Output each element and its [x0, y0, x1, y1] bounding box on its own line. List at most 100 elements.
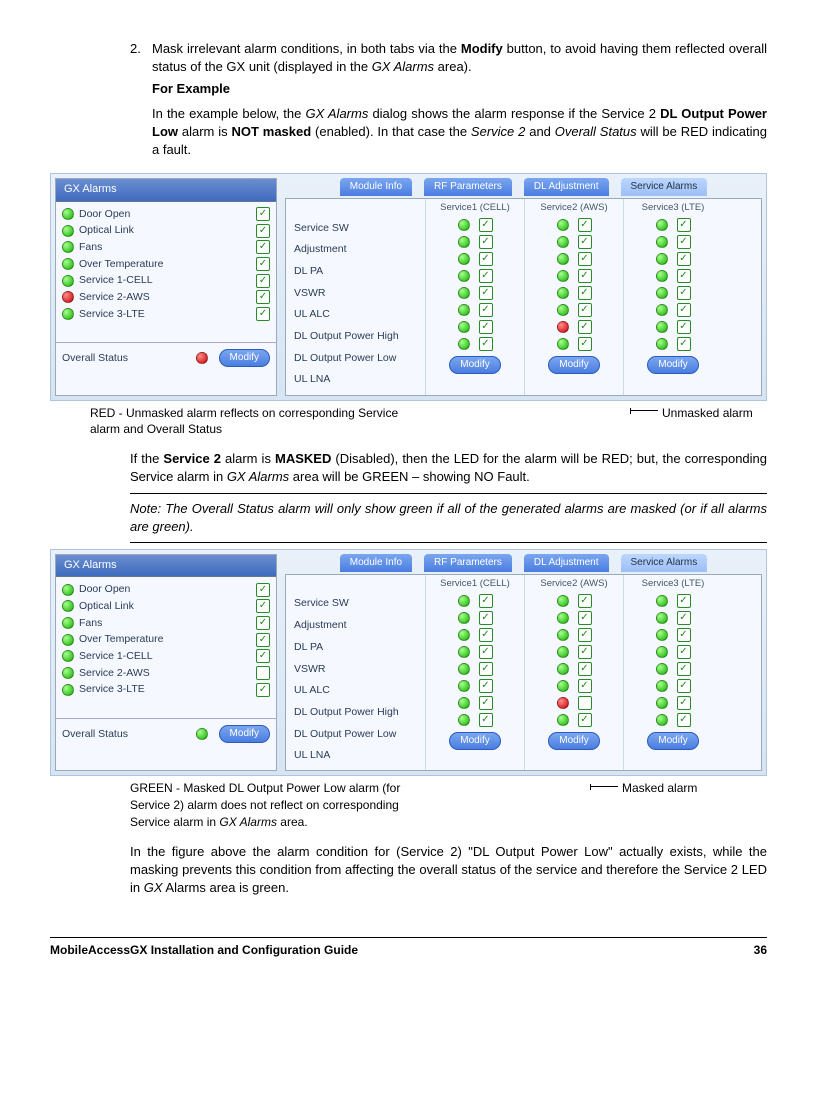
modify-button[interactable]: Modify: [647, 732, 698, 750]
checkbox-icon[interactable]: ✓: [256, 290, 270, 304]
checkbox-icon[interactable]: ✓: [677, 269, 691, 283]
led-icon: [62, 584, 74, 596]
service-labels: Service SW Adjustment DL PA VSWR UL ALC …: [286, 575, 425, 771]
checkbox-icon[interactable]: ✓: [578, 696, 592, 710]
checkbox-icon[interactable]: ✓: [677, 218, 691, 232]
led-icon: [196, 352, 208, 364]
modify-button[interactable]: Modify: [449, 356, 500, 374]
checkbox-icon[interactable]: ✓: [677, 696, 691, 710]
led-icon: [458, 236, 470, 248]
led-icon: [656, 663, 668, 675]
checkbox-icon[interactable]: ✓: [578, 628, 592, 642]
annotation-row-2: GREEN - Masked DL Output Power Low alarm…: [50, 780, 767, 830]
checkbox-icon[interactable]: ✓: [479, 679, 493, 693]
checkbox-icon[interactable]: ✓: [578, 679, 592, 693]
checkbox-icon[interactable]: ✓: [256, 257, 270, 271]
checkbox-icon[interactable]: ✓: [578, 286, 592, 300]
checkbox-icon[interactable]: ✓: [677, 252, 691, 266]
checkbox-icon[interactable]: ✓: [677, 679, 691, 693]
checkbox-icon[interactable]: ✓: [479, 218, 493, 232]
modify-button[interactable]: Modify: [449, 732, 500, 750]
checkbox-icon[interactable]: ✓: [578, 235, 592, 249]
checkbox-icon[interactable]: ✓: [677, 713, 691, 727]
checkbox-icon[interactable]: ✓: [479, 269, 493, 283]
checkbox-icon[interactable]: ✓: [578, 320, 592, 334]
checkbox-icon[interactable]: ✓: [256, 649, 270, 663]
checkbox-icon[interactable]: ✓: [479, 696, 493, 710]
checkbox-icon[interactable]: ✓: [479, 611, 493, 625]
checkbox-icon[interactable]: ✓: [578, 269, 592, 283]
checkbox-icon[interactable]: ✓: [479, 320, 493, 334]
checkbox-icon[interactable]: ✓: [479, 337, 493, 351]
led-icon: [458, 680, 470, 692]
led-icon: [656, 304, 668, 316]
checkbox-icon[interactable]: ✓: [256, 683, 270, 697]
list-body: Mask irrelevant alarm conditions, in bot…: [152, 40, 767, 165]
led-icon: [557, 629, 569, 641]
checkbox-icon[interactable]: ✓: [677, 594, 691, 608]
checkbox-icon[interactable]: ✓: [578, 252, 592, 266]
checkbox-icon[interactable]: ✓: [256, 616, 270, 630]
led-icon: [656, 714, 668, 726]
tab-rf-parameters[interactable]: RF Parameters: [424, 554, 512, 572]
checkbox-icon[interactable]: ✓: [479, 628, 493, 642]
checkbox-icon[interactable]: ✓: [256, 274, 270, 288]
tab-module-info[interactable]: Module Info: [340, 554, 412, 572]
checkbox-icon[interactable]: ✓: [479, 645, 493, 659]
checkbox-icon[interactable]: ✓: [578, 337, 592, 351]
modify-button[interactable]: Modify: [647, 356, 698, 374]
checkbox-icon[interactable]: ✓: [578, 218, 592, 232]
checkbox-icon[interactable]: ✓: [479, 594, 493, 608]
led-icon: [62, 667, 74, 679]
checkbox-icon[interactable]: ✓: [578, 611, 592, 625]
checkbox-icon[interactable]: ✓: [256, 633, 270, 647]
checkbox-icon[interactable]: ✓: [578, 662, 592, 676]
led-icon: [62, 684, 74, 696]
checkbox-icon[interactable]: ✓: [677, 337, 691, 351]
checkbox-icon[interactable]: ✓: [677, 645, 691, 659]
checkbox-icon[interactable]: ✓: [578, 594, 592, 608]
tab-dl-adjustment[interactable]: DL Adjustment: [524, 178, 609, 196]
tab-module-info[interactable]: Module Info: [340, 178, 412, 196]
modify-button[interactable]: Modify: [548, 732, 599, 750]
tab-rf-parameters[interactable]: RF Parameters: [424, 178, 512, 196]
checkbox-icon[interactable]: ✓: [578, 645, 592, 659]
checkbox-icon[interactable]: ✓: [479, 662, 493, 676]
checkbox-icon[interactable]: ✓: [256, 307, 270, 321]
tab-dl-adjustment[interactable]: DL Adjustment: [524, 554, 609, 572]
example-paragraph: In the example below, the GX Alarms dial…: [152, 105, 767, 160]
led-icon: [458, 646, 470, 658]
checkbox-icon[interactable]: ✓: [256, 224, 270, 238]
led-icon: [62, 258, 74, 270]
checkbox-icon[interactable]: ✓: [677, 662, 691, 676]
checkbox-icon[interactable]: ✓: [578, 303, 592, 317]
checkbox-icon[interactable]: ✓: [256, 666, 270, 680]
checkbox-icon[interactable]: ✓: [479, 713, 493, 727]
tab-service-alarms[interactable]: Service Alarms: [621, 178, 708, 196]
checkbox-icon[interactable]: ✓: [479, 286, 493, 300]
annotation-right-2: Masked alarm: [410, 780, 767, 830]
checkbox-icon[interactable]: ✓: [479, 235, 493, 249]
led-icon: [458, 663, 470, 675]
checkbox-icon[interactable]: ✓: [256, 207, 270, 221]
checkbox-icon[interactable]: ✓: [256, 599, 270, 613]
checkbox-icon[interactable]: ✓: [479, 252, 493, 266]
led-icon: [62, 291, 74, 303]
checkbox-icon[interactable]: ✓: [677, 628, 691, 642]
led-icon: [557, 236, 569, 248]
modify-button[interactable]: Modify: [219, 725, 270, 743]
checkbox-icon[interactable]: ✓: [256, 240, 270, 254]
checkbox-icon[interactable]: ✓: [677, 235, 691, 249]
checkbox-icon[interactable]: ✓: [677, 611, 691, 625]
tab-service-alarms[interactable]: Service Alarms: [621, 554, 708, 572]
led-icon: [557, 646, 569, 658]
checkbox-icon[interactable]: ✓: [677, 320, 691, 334]
checkbox-icon[interactable]: ✓: [578, 713, 592, 727]
checkbox-icon[interactable]: ✓: [479, 303, 493, 317]
checkbox-icon[interactable]: ✓: [677, 286, 691, 300]
modify-button[interactable]: Modify: [548, 356, 599, 374]
led-icon: [557, 680, 569, 692]
checkbox-icon[interactable]: ✓: [256, 583, 270, 597]
checkbox-icon[interactable]: ✓: [677, 303, 691, 317]
modify-button[interactable]: Modify: [219, 349, 270, 367]
